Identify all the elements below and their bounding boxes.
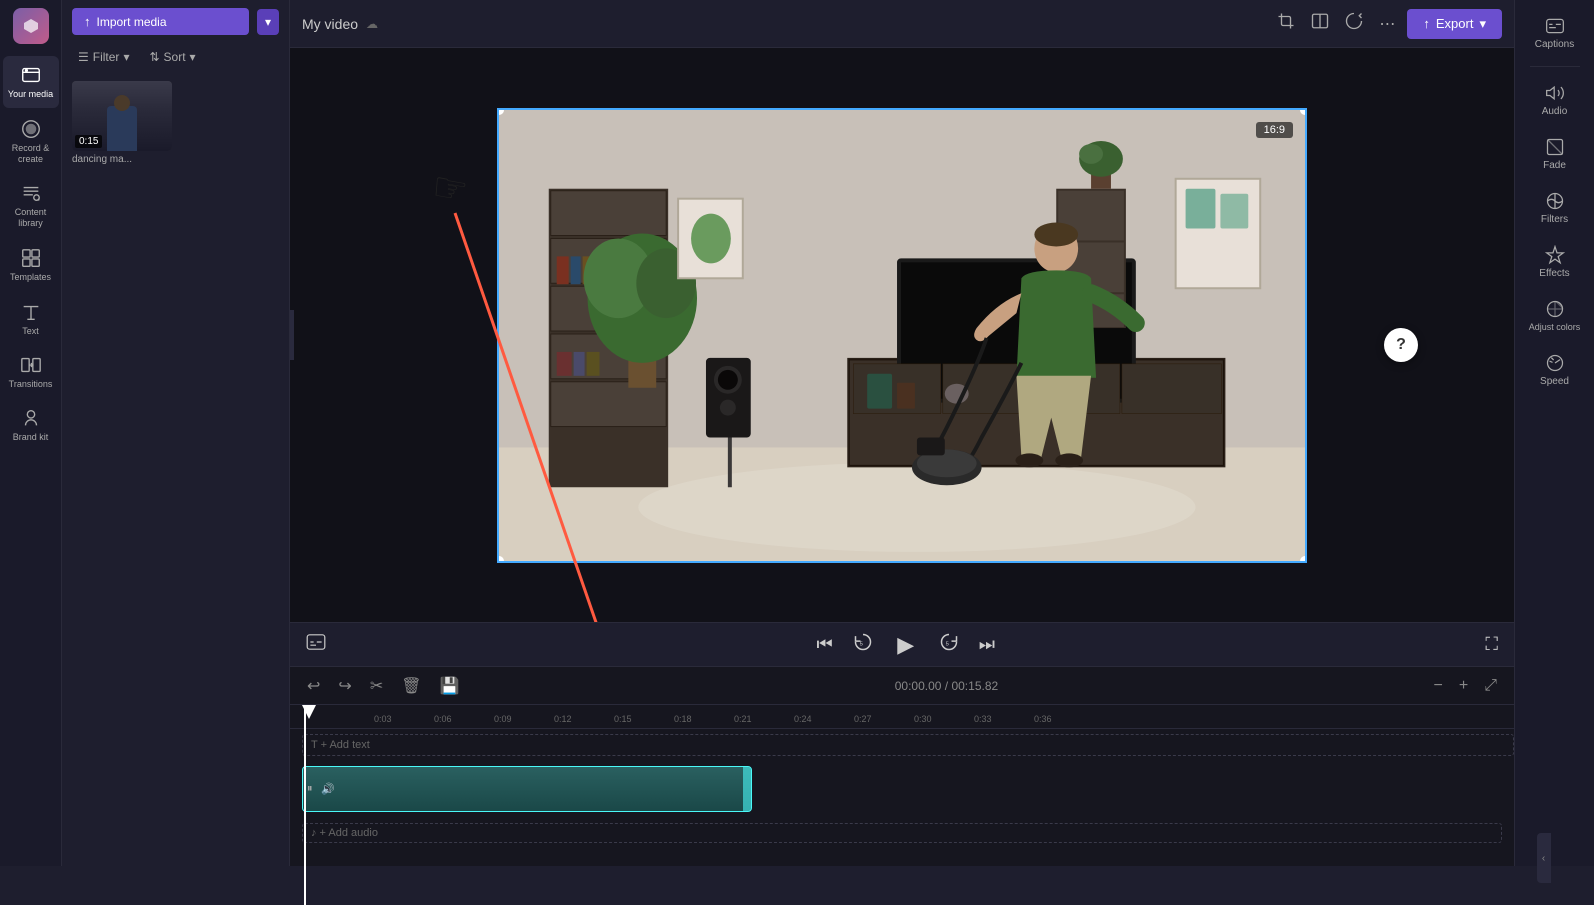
app-logo <box>13 8 49 44</box>
resize-handle-tr[interactable] <box>1300 108 1307 115</box>
right-panel-collapse-button[interactable]: ‹ <box>1537 833 1551 883</box>
project-name: My video <box>302 16 358 32</box>
import-media-button[interactable]: ↑ Import media <box>72 8 249 35</box>
right-panel-adjust-colors[interactable]: Adjust colors <box>1519 291 1591 341</box>
right-panel: Captions Audio Fade Filters Effects <box>1514 0 1594 866</box>
list-item[interactable]: 0:15 dancing ma... <box>72 81 172 165</box>
sidebar-item-transitions[interactable]: Transitions <box>3 346 59 397</box>
timeline-time-display: 00:00.00 / 00:15.82 <box>472 679 1420 693</box>
zoom-out-button[interactable]: − <box>1429 674 1448 698</box>
media-duration-badge: 0:15 <box>75 135 102 148</box>
help-button[interactable]: ? <box>1384 328 1418 362</box>
export-icon: ↑ <box>1423 16 1430 31</box>
media-panel: ↑ Import media ▾ ☰ Filter ▾ ⇅ Sort ▾ <box>62 0 290 866</box>
skip-back-button[interactable]: ⏮ <box>812 630 836 659</box>
cursor-hand-icon: ☞ <box>428 163 471 215</box>
video-clip[interactable]: ⏸ 🔊 <box>302 766 752 812</box>
playback-right-controls: ⛶ <box>1481 630 1502 659</box>
cloud-icon: ☁ <box>366 17 378 31</box>
video-content: 16:9 <box>499 110 1305 561</box>
timeline-toolbar: ↩ ↪ ✂ 🗑 💾 00:00.00 / 00:15.82 − + ⤢ <box>290 667 1514 705</box>
sort-button[interactable]: ⇅ Sort ▾ <box>143 47 201 67</box>
right-panel-fade[interactable]: Fade <box>1519 129 1591 179</box>
sort-icon: ⇅ <box>149 50 159 64</box>
export-chevron-icon: ▾ <box>1479 16 1486 32</box>
redo-button[interactable]: ↪ <box>333 673 356 699</box>
resize-handle-br[interactable] <box>1300 556 1307 563</box>
timeline-zoom-controls: − + ⤢ <box>1429 674 1503 698</box>
timeline-ruler: 0:03 0:06 0:09 0:12 0:15 0:18 0:21 0:24 … <box>290 705 1514 729</box>
audio-track: ♪ + Add audio <box>290 817 1514 849</box>
play-button[interactable]: ▶ <box>889 628 923 662</box>
clip-pause-icon: ⏸ <box>307 783 313 796</box>
rotate-button[interactable] <box>1341 8 1367 39</box>
expand-timeline-button[interactable]: ⤢ <box>1479 674 1502 698</box>
media-item-label: dancing ma... <box>72 154 172 165</box>
right-panel-effects[interactable]: Effects <box>1519 237 1591 287</box>
topbar: My video ☁ ⋯ ↑ Export ▾ <box>290 0 1514 48</box>
filter-chevron-icon: ▾ <box>123 50 129 64</box>
import-media-dropdown-button[interactable]: ▾ <box>257 9 279 35</box>
right-panel-captions[interactable]: Captions <box>1519 8 1591 58</box>
split-screen-button[interactable] <box>1307 8 1333 39</box>
right-panel-speed[interactable]: Speed <box>1519 345 1591 395</box>
main-area: My video ☁ ⋯ ↑ Export ▾ <box>290 0 1514 866</box>
sidebar-item-text[interactable]: Text <box>3 293 59 344</box>
right-panel-divider-1 <box>1530 66 1580 67</box>
timeline-wrapper: 0:03 0:06 0:09 0:12 0:15 0:18 0:21 0:24 … <box>290 705 1514 849</box>
sidebar-item-record-create[interactable]: Record & create <box>3 110 59 173</box>
filter-button[interactable]: ☰ Filter ▾ <box>72 47 135 67</box>
video-track: ⏸ 🔊 <box>290 761 1514 817</box>
rewind-button[interactable]: 5 <box>849 628 877 661</box>
right-panel-audio[interactable]: Audio <box>1519 75 1591 125</box>
filter-sort-row: ☰ Filter ▾ ⇅ Sort ▾ <box>62 43 289 75</box>
sidebar-item-brand-kit[interactable]: Brand kit <box>3 399 59 450</box>
right-panel-filters[interactable]: Filters <box>1519 183 1591 233</box>
clip-audio-icon: 🔊 <box>321 783 335 796</box>
video-frame: 16:9 <box>497 108 1307 563</box>
svg-text:5: 5 <box>945 641 948 647</box>
media-panel-header: ↑ Import media ▾ <box>62 0 289 43</box>
svg-text:5: 5 <box>859 641 862 647</box>
zoom-in-button[interactable]: + <box>1454 674 1473 698</box>
skip-forward-button[interactable]: ⏭ <box>975 630 999 659</box>
fullscreen-button[interactable]: ⛶ <box>1481 630 1502 659</box>
sidebar-item-your-media[interactable]: Your media <box>3 56 59 108</box>
sidebar: Your media Record & create Content libra… <box>0 0 62 866</box>
export-button[interactable]: ↑ Export ▾ <box>1407 9 1502 39</box>
undo-button[interactable]: ↩ <box>302 673 325 699</box>
sidebar-item-content-library[interactable]: Content library <box>3 174 59 237</box>
sort-chevron-icon: ▾ <box>190 50 196 64</box>
aspect-ratio-badge: 16:9 <box>1256 122 1293 138</box>
save-clip-button[interactable]: 💾 <box>435 673 465 699</box>
preview-area: 16:9 ? ☞ ‹ <box>290 48 1514 622</box>
text-track-row: T + Add text <box>290 729 1514 757</box>
captions-toggle-button[interactable] <box>302 630 330 659</box>
sidebar-item-templates[interactable]: Templates <box>3 239 59 291</box>
forward-button[interactable]: 5 <box>935 628 963 661</box>
crop-tool-button[interactable] <box>1273 8 1299 39</box>
playback-center-controls: ⏮ 5 ▶ 5 ⏭ <box>812 628 998 662</box>
cut-button[interactable]: ✂ <box>365 673 388 699</box>
more-options-button[interactable]: ⋯ <box>1375 10 1399 38</box>
filter-icon: ☰ <box>78 50 89 64</box>
playback-controls: ⏮ 5 ▶ 5 ⏭ ⛶ <box>290 622 1514 666</box>
add-text-button[interactable]: T + Add text <box>302 734 1514 756</box>
collapse-panel-button[interactable]: ‹ <box>290 310 294 360</box>
timeline-area: ↩ ↪ ✂ 🗑 💾 00:00.00 / 00:15.82 − + ⤢ 0:03… <box>290 666 1514 866</box>
media-thumbnail[interactable]: 0:15 <box>72 81 172 151</box>
media-grid: 0:15 dancing ma... <box>62 75 289 866</box>
delete-button[interactable]: 🗑 <box>396 673 426 699</box>
add-audio-button[interactable]: ♪ + Add audio <box>302 823 1502 843</box>
playback-left-controls <box>302 630 330 659</box>
clip-end-handle[interactable] <box>743 767 751 811</box>
